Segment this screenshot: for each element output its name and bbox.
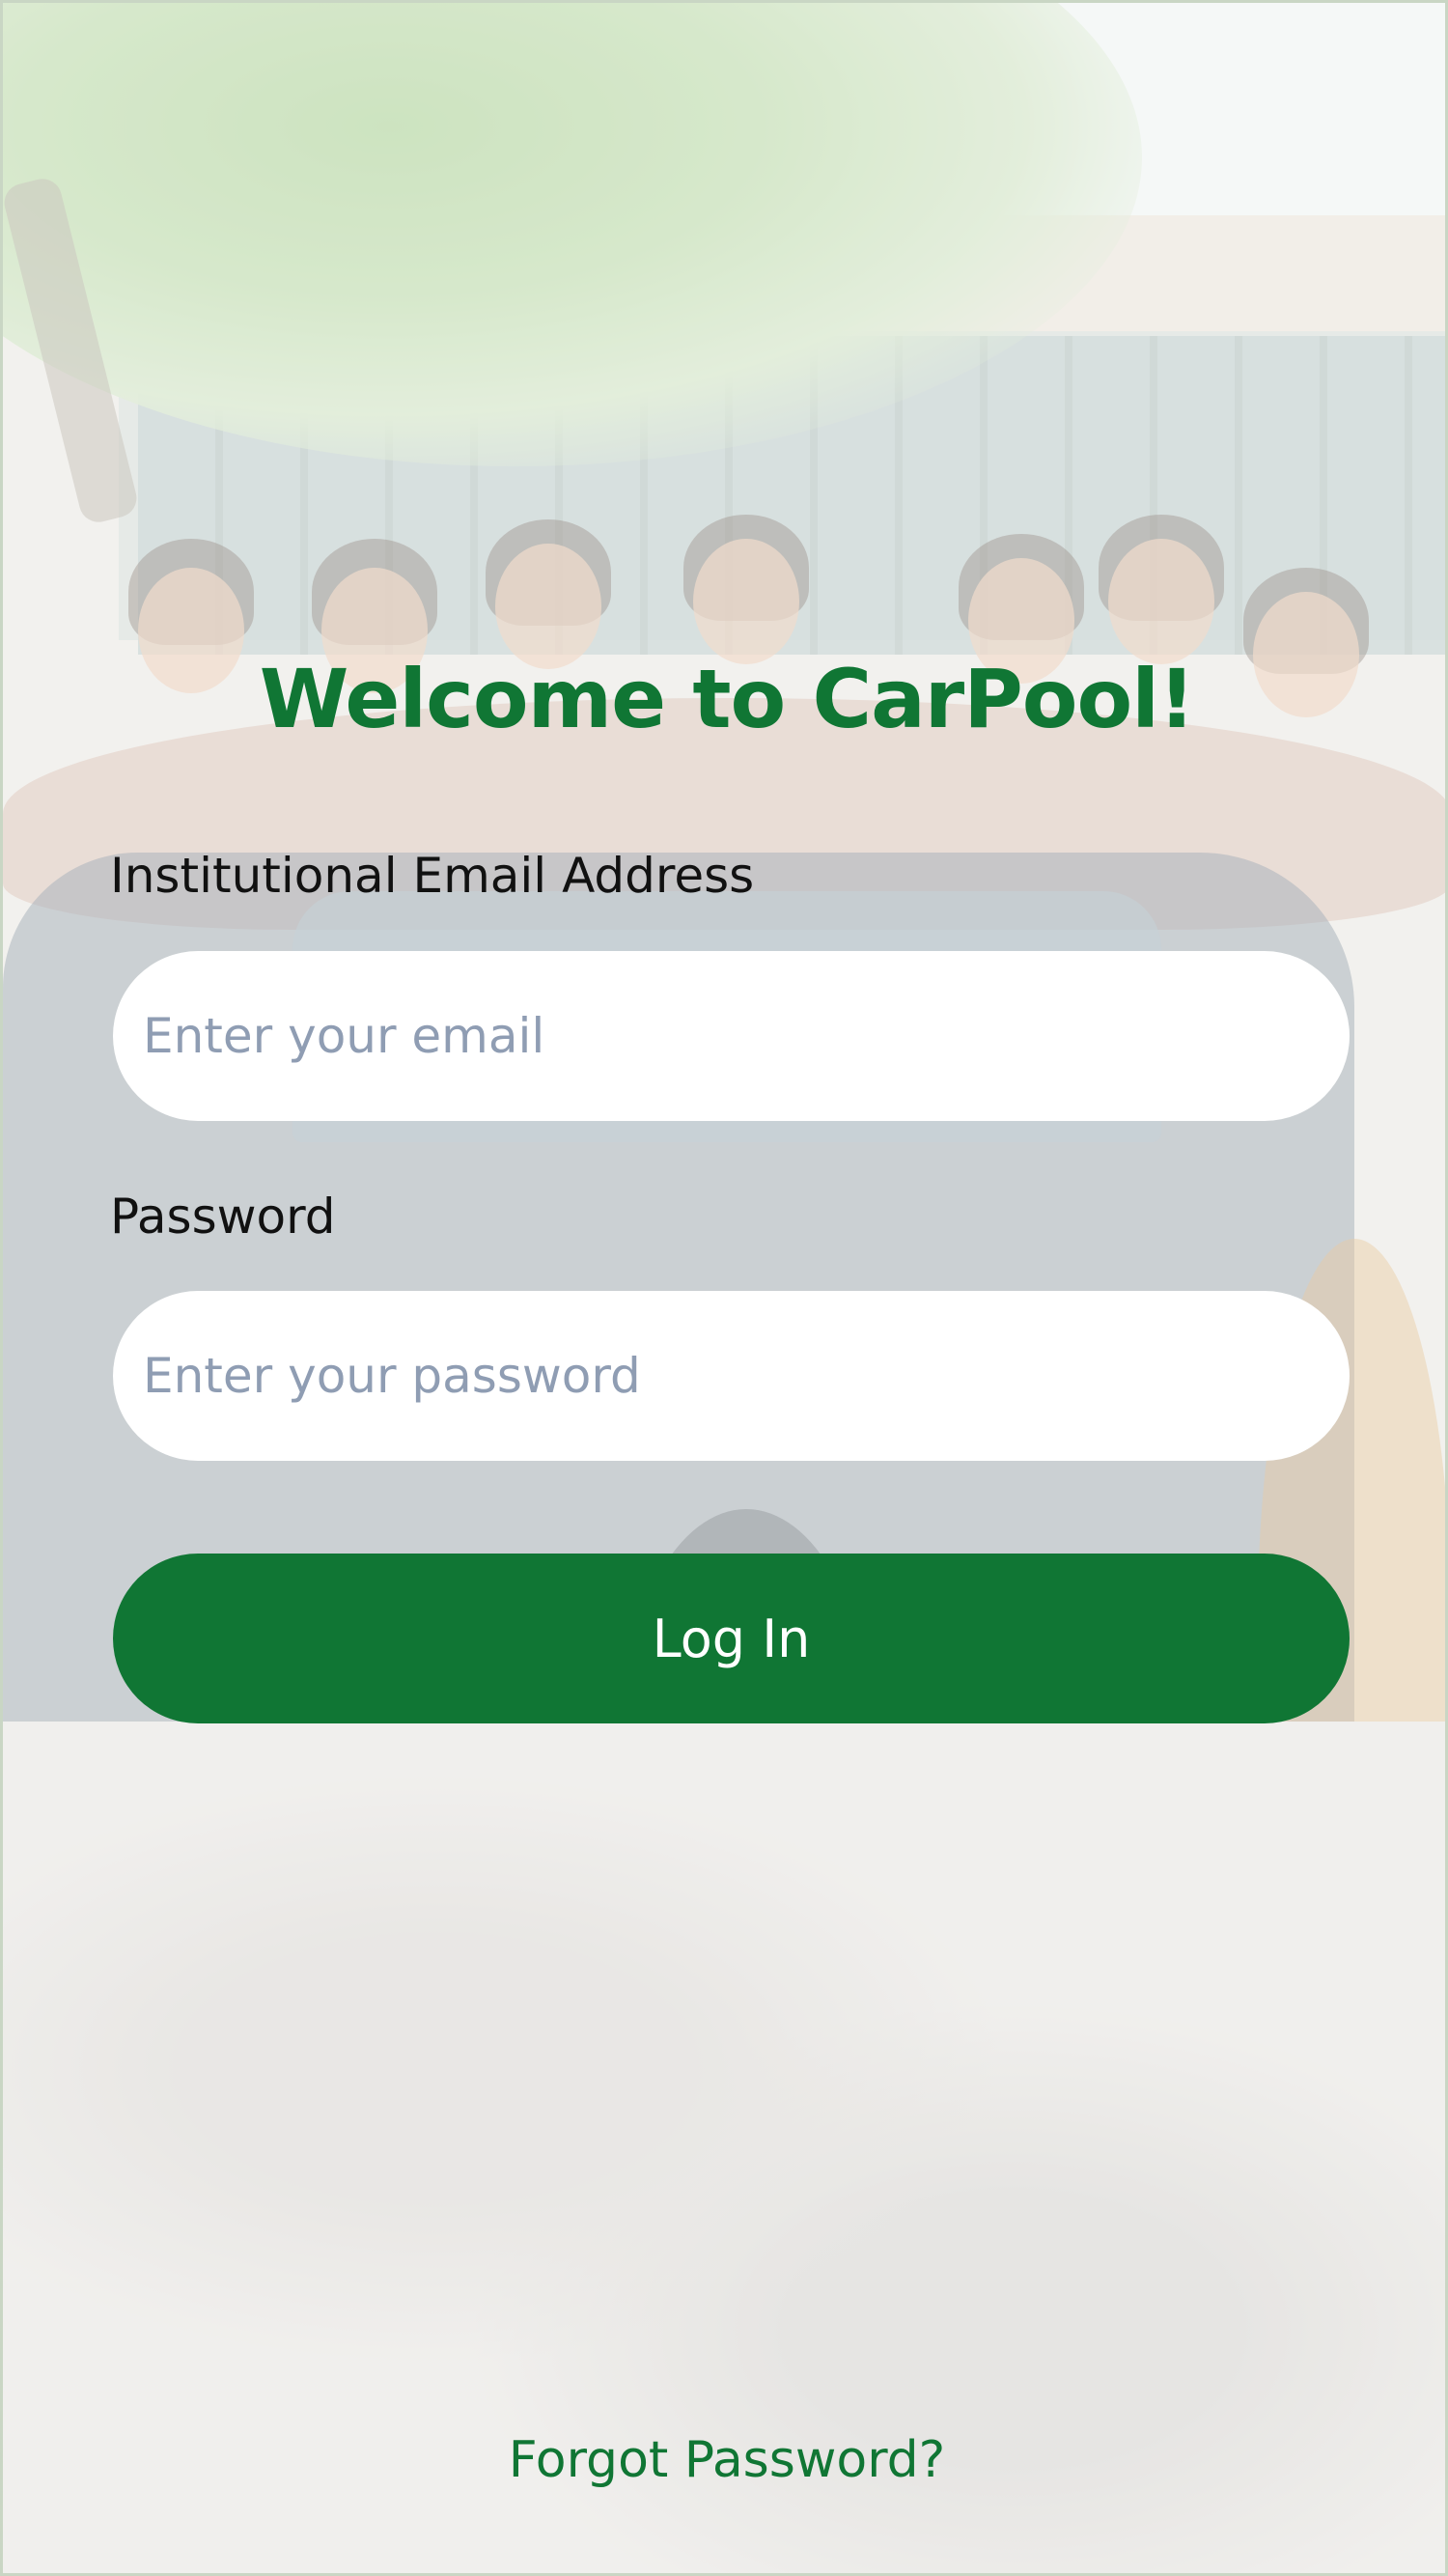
login-button[interactable]: Log In xyxy=(113,1554,1350,1723)
background-illustration xyxy=(3,3,1445,2573)
page-title: Welcome to CarPool! xyxy=(259,652,1196,746)
login-button-label: Log In xyxy=(652,1608,811,1669)
login-screen: Welcome to CarPool! Institutional Email … xyxy=(0,0,1448,2576)
password-input[interactable] xyxy=(143,1348,1350,1404)
bg-wash-overlay xyxy=(3,3,1445,2573)
password-label: Password xyxy=(110,1189,336,1245)
email-label: Institutional Email Address xyxy=(110,848,755,904)
email-input[interactable] xyxy=(143,1008,1350,1064)
forgot-password-link[interactable]: Forgot Password? xyxy=(3,2431,1445,2489)
password-field-container[interactable] xyxy=(113,1291,1350,1461)
email-field-container[interactable] xyxy=(113,951,1350,1121)
